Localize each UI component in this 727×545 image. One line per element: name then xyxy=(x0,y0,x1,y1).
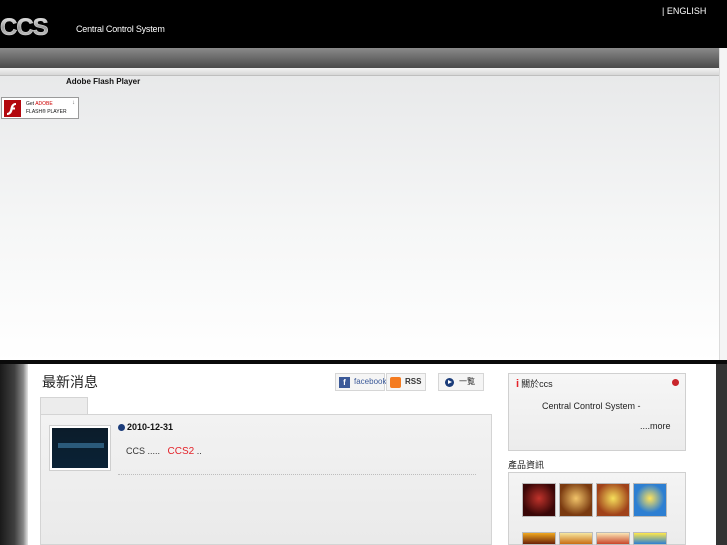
news-tab[interactable] xyxy=(40,397,88,414)
product-thumbnail[interactable] xyxy=(522,483,556,517)
flash-banner-area xyxy=(0,76,727,362)
bullet-icon xyxy=(118,424,125,431)
flash-player-title: Adobe Flash Player xyxy=(66,77,141,86)
flash-icon xyxy=(4,100,21,117)
products-title: 產品資訊 xyxy=(508,460,545,470)
news-divider xyxy=(118,474,476,475)
product-thumbnail[interactable] xyxy=(596,483,630,517)
news-item-date[interactable]: 2010-12-31 xyxy=(118,422,173,432)
news-list-button[interactable]: 一覧 xyxy=(438,373,484,391)
product-thumbnail[interactable] xyxy=(559,532,593,545)
product-thumbnail[interactable] xyxy=(633,483,667,517)
play-arrow-icon xyxy=(445,378,454,387)
product-thumbnail[interactable] xyxy=(522,532,556,545)
rss-button[interactable]: RSS xyxy=(386,373,426,391)
news-list-label: 一覧 xyxy=(459,377,475,386)
info-icon: i xyxy=(516,378,520,390)
download-arrow-icon: ↓ xyxy=(72,100,75,106)
about-more-link[interactable]: ....more xyxy=(640,421,671,431)
facebook-icon: f xyxy=(339,377,350,388)
news-item-highlight: CCS2 xyxy=(167,446,195,457)
about-title: i 關於ccs xyxy=(516,378,553,390)
rss-icon xyxy=(390,377,401,388)
news-item-text[interactable]: CCS ..... CCS2 .. xyxy=(126,446,202,457)
flash-badge-player: FLASH® PLAYER xyxy=(26,109,67,115)
brand-subtitle: Central Control System xyxy=(76,24,165,34)
language-switch-english[interactable]: | ENGLISH xyxy=(662,6,706,16)
get-flash-player-button[interactable]: Get ADOBE FLASH® PLAYER ↓ xyxy=(1,97,79,119)
product-thumbnail[interactable] xyxy=(559,483,593,517)
news-section-title: 最新消息 xyxy=(42,374,98,390)
rss-label: RSS xyxy=(405,377,422,386)
flash-badge-get: Get ADOBE xyxy=(26,101,53,107)
svg-text:CCS: CCS xyxy=(0,15,49,39)
about-body: Central Control System - xyxy=(542,401,641,411)
facebook-label: facebook xyxy=(354,377,387,386)
news-thumbnail[interactable] xyxy=(49,425,111,471)
product-thumbnail[interactable] xyxy=(596,532,630,545)
about-link-icon[interactable] xyxy=(672,379,679,386)
ccs-logo[interactable]: CCS xyxy=(0,15,76,39)
facebook-button[interactable]: f facebook xyxy=(335,373,387,391)
nav-bar-shadow xyxy=(0,68,727,76)
nav-bar xyxy=(0,48,727,68)
product-thumbnail[interactable] xyxy=(633,532,667,545)
